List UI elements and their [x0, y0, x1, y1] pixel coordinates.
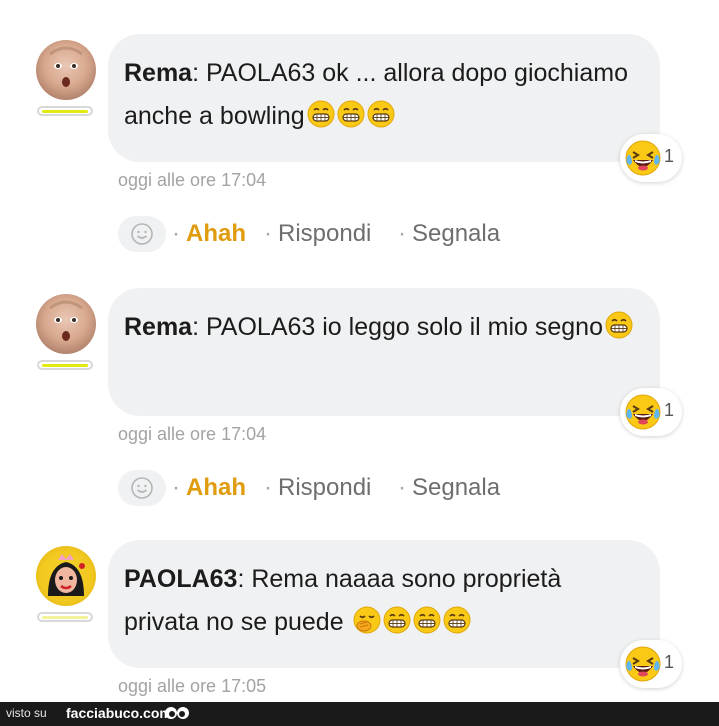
smiley-icon [130, 476, 154, 500]
grin-emoji [367, 100, 395, 128]
report-button[interactable]: Segnala [412, 474, 500, 502]
grin-emoji [413, 606, 441, 634]
grin-emoji [443, 606, 471, 634]
hand-over-mouth-emoji [353, 606, 381, 634]
react-button[interactable] [118, 216, 166, 252]
comment-text: Rema: PAOLA63 io leggo solo il mio segno [124, 306, 636, 349]
grin-emoji [337, 100, 365, 128]
smiley-icon [130, 222, 154, 246]
baby-face-avatar[interactable] [36, 40, 96, 100]
comment-author[interactable]: Rema [124, 59, 192, 87]
watermark-footer: visto su facciabuco.com [0, 702, 719, 726]
grin-emoji [605, 311, 633, 339]
footer-prefix: visto su [6, 706, 47, 720]
comment-text: PAOLA63: Rema naaaa sono proprietà priva… [124, 565, 562, 636]
comment-author[interactable]: Rema [124, 313, 192, 341]
user-level-bar [37, 106, 93, 116]
laugh-tears-emoji [624, 393, 662, 431]
grin-emoji [383, 606, 411, 634]
reaction-count: 1 [664, 652, 675, 672]
ahah-button[interactable]: Ahah [186, 220, 246, 248]
reaction-count: 1 [664, 146, 675, 166]
reaction-summary[interactable]: 1 [620, 388, 682, 436]
comment-timestamp: oggi alle ore 17:05 [118, 676, 267, 696]
laugh-tears-emoji [624, 139, 662, 177]
ahah-button[interactable]: Ahah [186, 474, 246, 502]
report-button[interactable]: Segnala [412, 220, 500, 248]
reply-button[interactable]: Rispondi [278, 474, 371, 502]
comment-bubble: Rema: PAOLA63 io leggo solo il mio segno [108, 288, 660, 416]
footer-site[interactable]: facciabuco.com [66, 705, 172, 721]
comment-author[interactable]: PAOLA63 [124, 565, 237, 593]
laugh-tears-emoji [624, 645, 662, 683]
eyes-logo-icon [165, 707, 189, 719]
pop-art-queen-avatar[interactable] [36, 546, 96, 606]
reaction-count: 1 [664, 400, 675, 420]
reply-button[interactable]: Rispondi [278, 220, 371, 248]
user-level-bar [37, 360, 93, 370]
reaction-summary[interactable]: 1 [620, 640, 682, 688]
comment-timestamp: oggi alle ore 17:04 [118, 424, 267, 444]
comment-bubble: Rema: PAOLA63 ok ... allora dopo giochia… [108, 34, 660, 162]
reaction-summary[interactable]: 1 [620, 134, 682, 182]
comment-timestamp: oggi alle ore 17:04 [118, 170, 267, 190]
comment-bubble: PAOLA63: Rema naaaa sono proprietà priva… [108, 540, 660, 668]
react-button[interactable] [118, 470, 166, 506]
grin-emoji [307, 100, 335, 128]
baby-face-avatar[interactable] [36, 294, 96, 354]
comment-text: Rema: PAOLA63 ok ... allora dopo giochia… [124, 59, 628, 130]
user-level-bar [37, 612, 93, 622]
